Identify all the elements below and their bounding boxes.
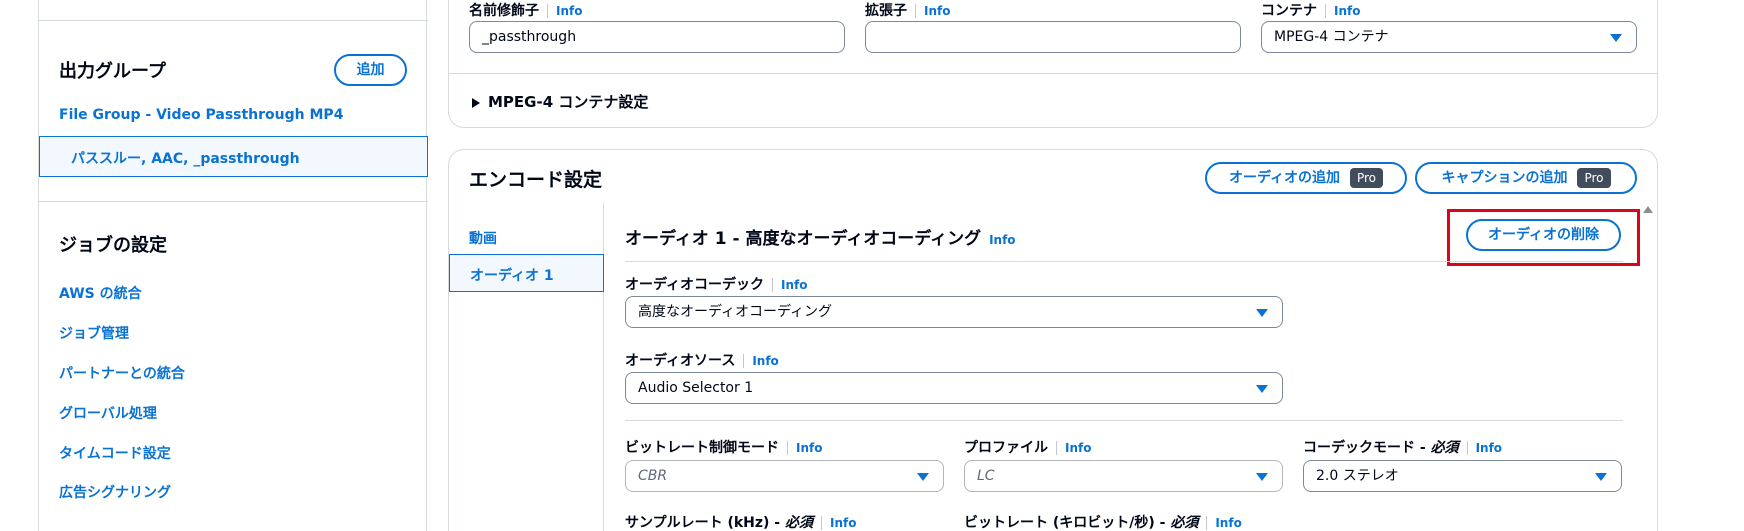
codec-select[interactable]: 高度なオーディオコーディング <box>625 296 1283 328</box>
info-link[interactable]: Info <box>752 354 778 368</box>
output-group-link[interactable]: File Group - Video Passthrough MP4 <box>59 107 343 123</box>
extension-label: 拡張子 Info <box>865 3 951 19</box>
profile-label: プロファイル Info <box>964 440 1092 456</box>
tab-audio-1[interactable]: オーディオ 1 <box>449 254 604 292</box>
extension-input[interactable] <box>865 21 1241 53</box>
info-link[interactable]: Info <box>781 278 807 292</box>
tab-video[interactable]: 動画 <box>469 228 497 248</box>
chevron-down-icon <box>1256 309 1268 317</box>
chevron-down-icon <box>1595 473 1607 481</box>
profile-select[interactable]: LC <box>964 460 1283 492</box>
sample-rate-label: サンプルレート (kHz) - 必須 Info <box>625 515 857 531</box>
nav-global-processing[interactable]: グローバル処理 <box>59 403 157 423</box>
scroll-up-icon[interactable] <box>1643 206 1653 213</box>
bitrate-label: ビットレート (キロビット/秒) - 必須 Info <box>964 515 1242 531</box>
selected-output-label: パススルー, AAC, _passthrough <box>71 151 300 167</box>
output-groups-title: 出力グループ <box>59 61 166 82</box>
chevron-down-icon <box>1256 473 1268 481</box>
delete-audio-button[interactable]: オーディオの削除 <box>1466 219 1621 251</box>
info-link[interactable]: Info <box>1215 516 1241 530</box>
card-divider <box>449 73 1657 74</box>
nav-job-management[interactable]: ジョブ管理 <box>59 323 129 343</box>
audio-panel-divider <box>625 420 1623 421</box>
codec-mode-label: コーデックモード - 必須 Info <box>1303 440 1503 456</box>
info-link[interactable]: Info <box>830 516 856 530</box>
codec-label: オーディオコーデック Info <box>625 277 808 293</box>
name-modifier-label: 名前修飾子 Info <box>469 3 583 19</box>
info-link[interactable]: Info <box>1476 441 1502 455</box>
tab-audio-1-label: オーディオ 1 <box>470 268 554 284</box>
add-audio-button[interactable]: オーディオの追加 Pro <box>1205 162 1407 194</box>
info-link[interactable]: Info <box>556 4 582 18</box>
container-select[interactable]: MPEG-4 コンテナ <box>1261 21 1637 53</box>
job-settings-title: ジョブの設定 <box>59 235 167 256</box>
chevron-down-icon <box>917 473 929 481</box>
selected-output-item[interactable]: パススルー, AAC, _passthrough <box>39 136 428 177</box>
audio-panel-divider <box>625 261 1623 262</box>
info-link[interactable]: Info <box>796 441 822 455</box>
bitrate-mode-label: ビットレート制御モード Info <box>625 440 823 456</box>
audio-source-select[interactable]: Audio Selector 1 <box>625 372 1283 404</box>
nav-timecode-settings[interactable]: タイムコード設定 <box>59 443 171 463</box>
container-label: コンテナ Info <box>1261 3 1361 19</box>
pro-badge: Pro <box>1577 168 1611 188</box>
audio-source-label: オーディオソース Info <box>625 353 779 369</box>
audio-panel-title: オーディオ 1 - 高度なオーディオコーディング Info <box>625 229 1016 249</box>
caret-right-icon <box>472 97 480 108</box>
info-link[interactable]: Info <box>989 233 1015 247</box>
mpeg4-settings-expander[interactable]: MPEG-4 コンテナ設定 <box>472 91 648 112</box>
chevron-down-icon <box>1610 34 1622 42</box>
pro-badge: Pro <box>1349 168 1384 188</box>
info-link[interactable]: Info <box>1065 441 1091 455</box>
bitrate-mode-select[interactable]: CBR <box>625 460 944 492</box>
name-modifier-input[interactable]: _passthrough <box>469 21 845 53</box>
codec-mode-select[interactable]: 2.0 ステレオ <box>1303 460 1622 492</box>
chevron-down-icon <box>1256 385 1268 393</box>
encode-settings-title: エンコード設定 <box>469 169 603 191</box>
add-output-group-button[interactable]: 追加 <box>334 54 407 86</box>
info-link[interactable]: Info <box>924 4 950 18</box>
nav-partner-integration[interactable]: パートナーとの統合 <box>59 363 185 383</box>
encode-tab-column-divider <box>603 203 604 531</box>
nav-ad-signaling[interactable]: 広告シグナリング <box>59 482 171 502</box>
info-link[interactable]: Info <box>1334 4 1360 18</box>
nav-aws-integration[interactable]: AWS の統合 <box>59 283 142 303</box>
add-caption-button[interactable]: キャプションの追加 Pro <box>1415 162 1637 194</box>
sidebar-divider <box>39 20 428 21</box>
sidebar-divider <box>39 201 428 202</box>
